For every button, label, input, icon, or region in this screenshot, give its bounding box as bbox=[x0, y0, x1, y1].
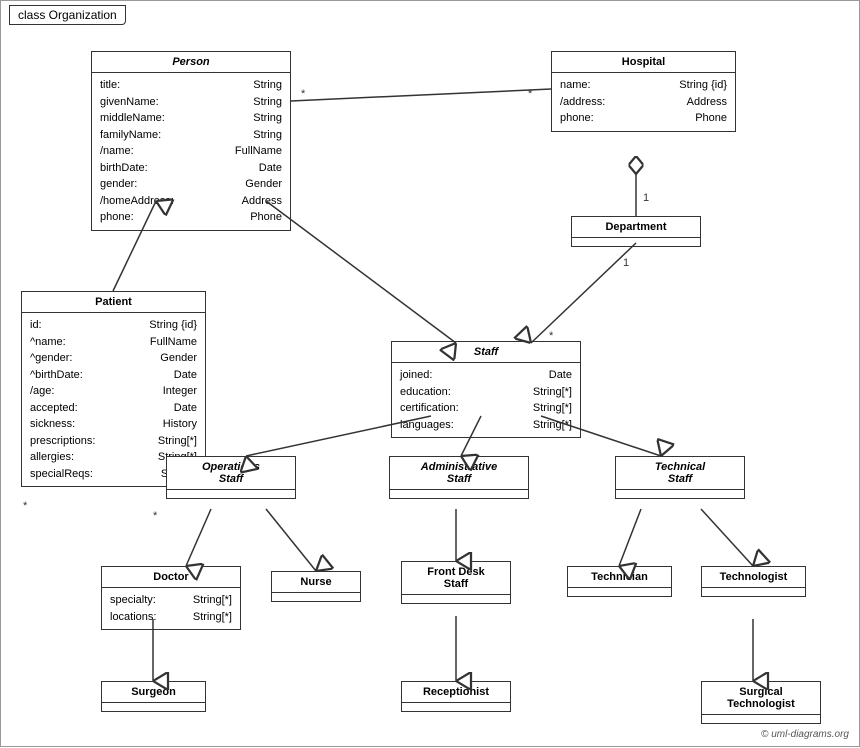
administrative-staff-class: AdministrativeStaff bbox=[389, 456, 529, 499]
hospital-class: Hospital name:String {id} /address:Addre… bbox=[551, 51, 736, 132]
receptionist-class: Receptionist bbox=[401, 681, 511, 712]
staff-class: Staff joined:Date education:String[*] ce… bbox=[391, 341, 581, 438]
department-class-name: Department bbox=[572, 217, 700, 238]
department-class-attrs bbox=[572, 238, 700, 246]
staff-class-name: Staff bbox=[392, 342, 580, 363]
front-desk-staff-class: Front DeskStaff bbox=[401, 561, 511, 604]
surgical-technologist-class: SurgicalTechnologist bbox=[701, 681, 821, 724]
staff-class-attrs: joined:Date education:String[*] certific… bbox=[392, 363, 580, 437]
person-class-attrs: title:String givenName:String middleName… bbox=[92, 73, 290, 230]
surgeon-class-attrs bbox=[102, 703, 205, 711]
diagram-title: class Organization bbox=[9, 5, 126, 25]
nurse-class-name: Nurse bbox=[272, 572, 360, 593]
operations-staff-class-attrs bbox=[167, 490, 295, 498]
svg-text:*: * bbox=[153, 510, 158, 522]
svg-text:*: * bbox=[528, 88, 533, 100]
front-desk-staff-class-attrs bbox=[402, 595, 510, 603]
administrative-staff-class-attrs bbox=[390, 490, 528, 498]
nurse-class-attrs bbox=[272, 593, 360, 601]
hospital-class-attrs: name:String {id} /address:Address phone:… bbox=[552, 73, 735, 131]
diagram-container: class Organization Person title:String g… bbox=[0, 0, 860, 747]
surgical-technologist-class-name: SurgicalTechnologist bbox=[702, 682, 820, 715]
copyright: © uml-diagrams.org bbox=[761, 729, 849, 740]
technical-staff-class-attrs bbox=[616, 490, 744, 498]
hospital-class-name: Hospital bbox=[552, 52, 735, 73]
technician-class: Technician bbox=[567, 566, 672, 597]
receptionist-class-attrs bbox=[402, 703, 510, 711]
doctor-class-name: Doctor bbox=[102, 567, 240, 588]
surgeon-class-name: Surgeon bbox=[102, 682, 205, 703]
technologist-class-name: Technologist bbox=[702, 567, 805, 588]
technical-staff-class-name: TechnicalStaff bbox=[616, 457, 744, 490]
operations-staff-class-name: OperationsStaff bbox=[167, 457, 295, 490]
svg-text:*: * bbox=[301, 88, 306, 100]
patient-class-name: Patient bbox=[22, 292, 205, 313]
surgical-technologist-class-attrs bbox=[702, 715, 820, 723]
technical-staff-class: TechnicalStaff bbox=[615, 456, 745, 499]
svg-text:1: 1 bbox=[643, 192, 649, 204]
svg-text:1: 1 bbox=[623, 257, 629, 269]
nurse-class: Nurse bbox=[271, 571, 361, 602]
front-desk-staff-class-name: Front DeskStaff bbox=[402, 562, 510, 595]
operations-staff-class: OperationsStaff bbox=[166, 456, 296, 499]
receptionist-class-name: Receptionist bbox=[402, 682, 510, 703]
technologist-class-attrs bbox=[702, 588, 805, 596]
department-class: Department bbox=[571, 216, 701, 247]
technician-class-attrs bbox=[568, 588, 671, 596]
doctor-class: Doctor specialty:String[*] locations:Str… bbox=[101, 566, 241, 630]
technologist-class: Technologist bbox=[701, 566, 806, 597]
administrative-staff-class-name: AdministrativeStaff bbox=[390, 457, 528, 490]
technician-class-name: Technician bbox=[568, 567, 671, 588]
person-class: Person title:String givenName:String mid… bbox=[91, 51, 291, 231]
person-class-name: Person bbox=[92, 52, 290, 73]
doctor-class-attrs: specialty:String[*] locations:String[*] bbox=[102, 588, 240, 629]
surgeon-class: Surgeon bbox=[101, 681, 206, 712]
svg-text:*: * bbox=[23, 500, 28, 512]
